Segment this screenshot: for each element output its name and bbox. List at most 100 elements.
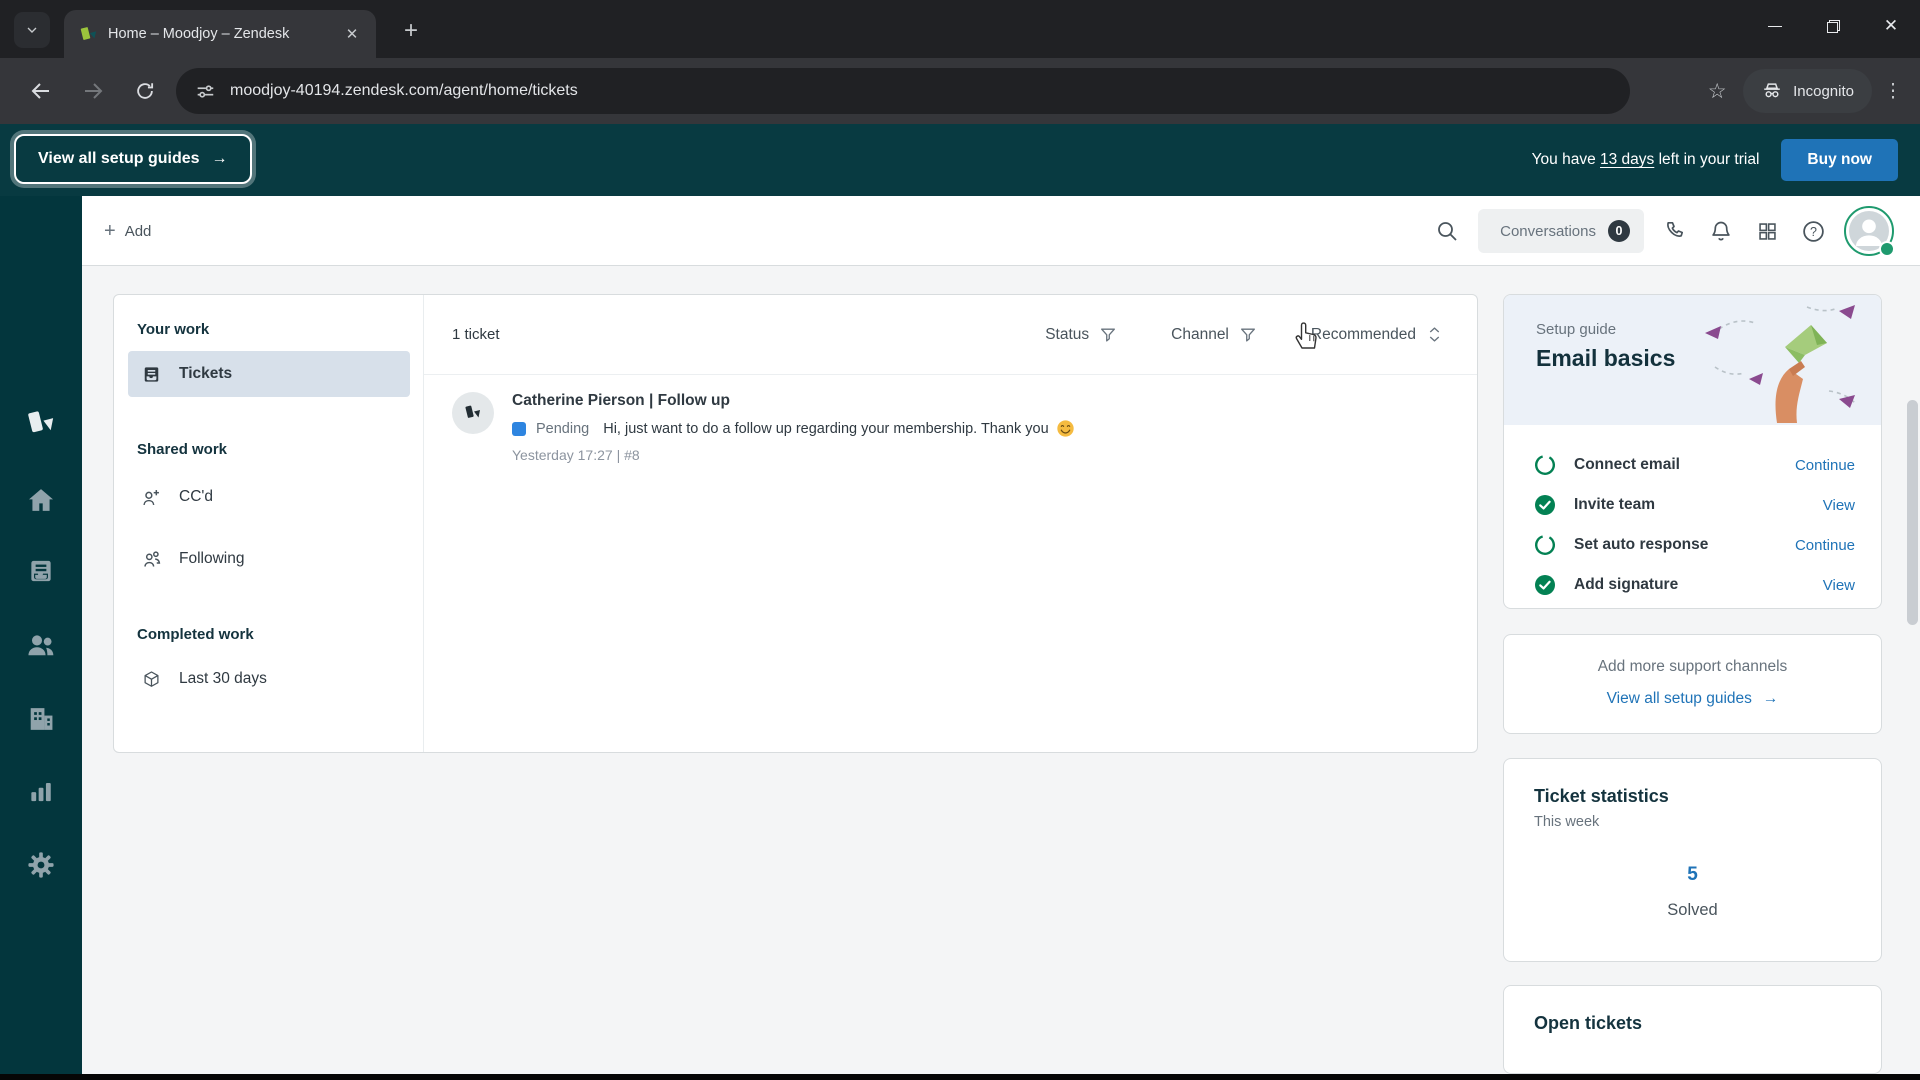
add-button[interactable]: + Add xyxy=(104,196,151,266)
tickets-nav-icon[interactable] xyxy=(0,556,82,586)
nav-item-tickets[interactable]: Tickets xyxy=(128,351,410,397)
svg-text:?: ? xyxy=(1810,224,1817,238)
tab-search-button[interactable] xyxy=(14,12,50,48)
ticket-title[interactable]: Catherine Pierson | Follow up xyxy=(512,392,1075,410)
task-label: Add signature xyxy=(1574,576,1679,593)
conversations-count-badge: 0 xyxy=(1608,220,1630,242)
customers-nav-icon[interactable] xyxy=(0,629,82,661)
site-controls-icon[interactable] xyxy=(194,80,216,102)
tab-close-icon[interactable]: ✕ xyxy=(340,22,364,46)
task-action-link[interactable]: View xyxy=(1823,497,1855,514)
arrow-right-icon: → xyxy=(1762,690,1779,707)
browser-toolbar: moodjoy-40194.zendesk.com/agent/home/tic… xyxy=(0,58,1920,124)
nav-item-label: Tickets xyxy=(179,365,233,382)
zendesk-logo-icon xyxy=(0,406,82,440)
reporting-nav-icon[interactable] xyxy=(0,776,82,806)
sort-label: Recommended xyxy=(1310,325,1416,343)
trial-days-link[interactable]: 13 days xyxy=(1600,151,1654,168)
plus-icon: + xyxy=(403,17,418,44)
workspace-nav: Your work Tickets Shared work CC'd Follo… xyxy=(114,295,424,752)
setup-task-invite-team: Invite team View xyxy=(1534,485,1855,525)
ticket-meta: Yesterday 17:27 | #8 xyxy=(512,447,640,463)
task-action-link[interactable]: Continue xyxy=(1795,537,1855,554)
buy-now-button[interactable]: Buy now xyxy=(1781,139,1898,181)
back-button[interactable] xyxy=(20,70,62,112)
add-label: Add xyxy=(124,222,152,240)
setup-task-connect-email: Connect email Continue xyxy=(1534,445,1855,485)
search-icon[interactable] xyxy=(1432,219,1462,243)
sort-recommended[interactable]: Recommended xyxy=(1311,325,1443,344)
task-action-link[interactable]: View xyxy=(1823,577,1855,594)
link-label: View all setup guides xyxy=(1606,690,1752,707)
phone-icon[interactable] xyxy=(1660,219,1690,243)
ticket-preview: Hi, just want to do a follow up regardin… xyxy=(603,419,1074,438)
window-restore-button[interactable] xyxy=(1804,0,1862,52)
page-scrollbar[interactable] xyxy=(1907,400,1918,625)
zendesk-favicon xyxy=(80,25,98,43)
funnel-icon xyxy=(1239,326,1257,344)
requester-avatar xyxy=(452,392,494,434)
funnel-icon xyxy=(1099,326,1117,344)
ticket-list-item[interactable]: Catherine Pierson | Follow up Pending Hi… xyxy=(424,375,1477,480)
solved-count[interactable]: 5 xyxy=(1534,864,1851,886)
nav-item-following[interactable]: Following xyxy=(128,536,410,582)
setup-task-add-signature: Add signature View xyxy=(1534,565,1855,605)
nav-heading-shared-work: Shared work xyxy=(137,441,228,458)
admin-nav-icon[interactable] xyxy=(0,849,82,881)
apps-grid-icon[interactable] xyxy=(1752,221,1782,242)
trial-countdown-text: You have 13 days left in your trial xyxy=(1531,151,1760,168)
ticket-status: Pending xyxy=(536,420,590,437)
bookmark-star-icon[interactable]: ☆ xyxy=(1699,79,1735,104)
open-tickets-title: Open tickets xyxy=(1534,1013,1643,1033)
setup-guides-label: View all setup guides xyxy=(38,150,200,167)
window-close-button[interactable]: ✕ xyxy=(1862,0,1920,52)
url-text[interactable]: moodjoy-40194.zendesk.com/agent/home/tic… xyxy=(230,82,578,100)
window-controls: ✕ xyxy=(1746,0,1920,52)
organizations-nav-icon[interactable] xyxy=(0,703,82,735)
browser-tab[interactable]: Home – Moodjoy – Zendesk ✕ xyxy=(64,10,376,58)
view-all-setup-guides-link[interactable]: View all setup guides → xyxy=(1607,690,1779,708)
reload-button[interactable] xyxy=(124,70,166,112)
status-filter[interactable]: Status xyxy=(1045,326,1117,344)
task-open-circle-icon xyxy=(1534,454,1556,476)
screen-bottom-edge xyxy=(0,1074,1920,1080)
browser-menu-icon[interactable]: ⋮ xyxy=(1880,80,1906,103)
url-bar[interactable]: moodjoy-40194.zendesk.com/agent/home/tic… xyxy=(176,68,1630,114)
arrow-right-icon: → xyxy=(211,150,228,167)
support-channels-card: Add more support channels View all setup… xyxy=(1503,634,1882,734)
agent-top-bar: + Add Conversations 0 ? xyxy=(82,196,1920,266)
view-setup-guides-button[interactable]: View all setup guides → xyxy=(14,134,252,184)
task-label: Set auto response xyxy=(1574,536,1709,553)
filter-label: Status xyxy=(1045,325,1090,343)
new-tab-button[interactable]: + xyxy=(396,16,426,46)
ticket-statistics-subtitle: This week xyxy=(1534,814,1600,830)
restore-icon xyxy=(1826,19,1840,33)
task-check-icon xyxy=(1534,494,1556,516)
tab-title: Home – Moodjoy – Zendesk xyxy=(108,26,290,42)
origami-hand-illustration xyxy=(1689,295,1879,423)
forward-button[interactable] xyxy=(72,70,114,112)
notifications-bell-icon[interactable] xyxy=(1706,219,1736,243)
task-label: Connect email xyxy=(1574,456,1680,473)
help-icon[interactable]: ? xyxy=(1798,219,1828,244)
conversations-button[interactable]: Conversations 0 xyxy=(1478,209,1644,253)
support-channels-title: Add more support channels xyxy=(1597,658,1788,675)
cube-icon xyxy=(141,669,162,690)
profile-avatar[interactable] xyxy=(1844,206,1895,257)
channel-filter[interactable]: Channel xyxy=(1171,326,1257,344)
nav-item-ccd[interactable]: CC'd xyxy=(128,474,410,520)
solved-label: Solved xyxy=(1667,901,1718,919)
task-action-link[interactable]: Continue xyxy=(1795,457,1855,474)
window-minimize-button[interactable] xyxy=(1746,0,1804,52)
chevron-down-icon xyxy=(24,22,40,38)
mouse-cursor xyxy=(1292,318,1322,352)
nav-heading-your-work: Your work xyxy=(137,321,210,338)
incognito-icon xyxy=(1761,80,1783,102)
nav-item-last-30-days[interactable]: Last 30 days xyxy=(128,656,410,702)
home-nav-icon[interactable] xyxy=(0,484,82,516)
people-icon xyxy=(141,549,162,570)
ticket-list: 1 ticket Status Channel Recommended Cath… xyxy=(424,295,1477,752)
smiley-emoji xyxy=(1056,419,1075,438)
product-sidebar xyxy=(0,196,82,1074)
browser-tab-strip: Home – Moodjoy – Zendesk ✕ + ✕ xyxy=(0,0,1920,58)
